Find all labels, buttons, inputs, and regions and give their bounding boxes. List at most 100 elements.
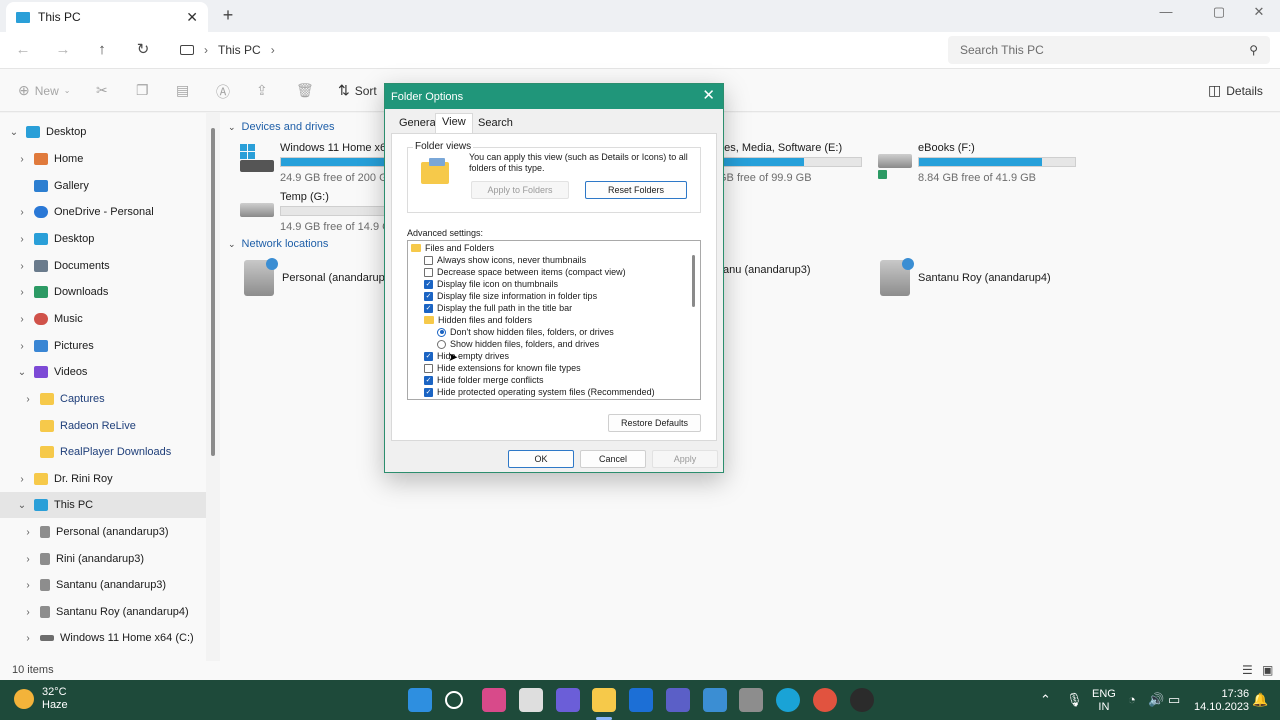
chevron-down-icon[interactable]: ⌄ xyxy=(16,367,28,378)
group-header-network[interactable]: ⌄ Network locations xyxy=(228,238,328,250)
checkbox-unchecked[interactable] xyxy=(424,255,433,265)
sidebar-item-rini[interactable]: › Rini (anandarup3) xyxy=(0,546,206,572)
checkbox-checked[interactable]: ✓ xyxy=(424,387,433,397)
breadcrumb-this-pc[interactable]: This PC xyxy=(218,43,261,57)
cut-button[interactable]: ✂ xyxy=(96,82,108,99)
rename-button[interactable]: Ⓐ xyxy=(216,82,230,102)
checkbox-checked[interactable]: ✓ xyxy=(424,279,433,289)
reset-folders-button[interactable]: Reset Folders xyxy=(585,181,687,199)
option-file-icon-thumbnails[interactable]: ✓ Display file icon on thumbnails xyxy=(424,278,700,290)
chevron-right-icon[interactable]: › xyxy=(22,527,34,538)
chevron-down-icon[interactable]: ⌄ xyxy=(16,500,28,511)
chevron-right-icon[interactable]: › xyxy=(16,234,28,245)
volume-icon[interactable]: 🔊 xyxy=(1148,692,1164,708)
tab-search[interactable]: Search xyxy=(472,115,519,132)
wifi-icon[interactable]: ◔ xyxy=(1128,692,1136,707)
tab-this-pc[interactable]: This PC ✕ xyxy=(6,2,208,32)
calculator-icon[interactable] xyxy=(739,688,763,712)
option-dont-show-hidden[interactable]: Don't show hidden files, folders, or dri… xyxy=(437,326,700,338)
sidebar-item-pictures[interactable]: › Pictures xyxy=(0,333,206,359)
network-location-santanu-roy[interactable]: Santanu Roy (anandarup4) xyxy=(880,258,1051,298)
chevron-right-icon[interactable]: › xyxy=(16,341,28,352)
checkbox-checked[interactable]: ✓ xyxy=(424,291,433,301)
restore-defaults-button[interactable]: Restore Defaults xyxy=(608,414,701,432)
chevron-right-icon[interactable]: › xyxy=(16,154,28,165)
notification-bell-icon[interactable]: 🔔 xyxy=(1252,692,1268,708)
start-icon[interactable] xyxy=(408,688,432,712)
option-always-show-icons[interactable]: Always show icons, never thumbnails xyxy=(424,254,700,266)
tab-close-icon[interactable]: ✕ xyxy=(186,9,198,26)
task-view-icon[interactable] xyxy=(519,688,543,712)
new-button[interactable]: ⊕ New ⌄ xyxy=(18,82,70,99)
tiles-view-icon[interactable]: ▣ xyxy=(1262,663,1273,677)
radio-unselected[interactable] xyxy=(437,339,446,349)
sort-button[interactable]: ⇅ Sort xyxy=(338,82,377,99)
delete-button[interactable]: 🗑 xyxy=(296,82,314,99)
battery-icon[interactable]: ▭ xyxy=(1168,692,1180,708)
sidebar-item-videos[interactable]: ⌄ Videos xyxy=(0,359,206,385)
copy-button[interactable]: ❐ xyxy=(136,82,149,99)
sidebar-item-drive-c[interactable]: › Windows 11 Home x64 (C:) xyxy=(0,625,206,651)
sidebar-item-gallery[interactable]: Gallery xyxy=(0,173,206,199)
teams-icon[interactable] xyxy=(556,688,580,712)
minimize-button[interactable]: — xyxy=(1151,4,1181,19)
navigation-scrollbar[interactable] xyxy=(211,128,215,456)
sidebar-item-desktop[interactable]: › Desktop xyxy=(0,226,206,252)
refresh-icon[interactable]: ↻ xyxy=(132,39,154,61)
sidebar-item-captures[interactable]: › Captures xyxy=(0,386,206,412)
checkbox-unchecked[interactable] xyxy=(424,267,433,277)
option-file-size-tips[interactable]: ✓ Display file size information in folde… xyxy=(424,290,700,302)
chevron-right-icon[interactable]: › xyxy=(16,287,28,298)
option-hide-protected-os-files[interactable]: ✓ Hide protected operating system files … xyxy=(424,386,700,398)
sidebar-item-music[interactable]: › Music xyxy=(0,306,206,332)
weather-widget[interactable]: 32°C Haze xyxy=(14,686,68,712)
sidebar-item-home[interactable]: › Home xyxy=(0,146,206,172)
ok-button[interactable]: OK xyxy=(508,450,574,468)
back-arrow-icon[interactable]: ← xyxy=(12,39,34,61)
option-show-hidden[interactable]: Show hidden files, folders, and drives xyxy=(437,338,700,350)
control-panel-icon[interactable] xyxy=(629,688,653,712)
sidebar-item-radeon-relive[interactable]: Radeon ReLive xyxy=(0,413,206,439)
breadcrumb[interactable]: › This PC › xyxy=(172,36,942,64)
dialog-title-bar[interactable]: Folder Options xyxy=(385,84,723,109)
sidebar-item-documents[interactable]: › Documents xyxy=(0,253,206,279)
chevron-right-icon[interactable]: › xyxy=(22,394,34,405)
sidebar-item-desktop-root[interactable]: ⌄ Desktop xyxy=(0,119,206,145)
mail-icon[interactable] xyxy=(703,688,727,712)
chrome-icon[interactable] xyxy=(813,688,837,712)
details-button[interactable]: ◫ Details xyxy=(1208,82,1263,99)
forward-arrow-icon[interactable]: → xyxy=(52,39,74,61)
network-location-santanu[interactable]: tanu (anandarup3) xyxy=(720,250,811,290)
cancel-button[interactable]: Cancel xyxy=(580,450,646,468)
option-hide-empty-drives[interactable]: ✓ Hide empty drives xyxy=(424,350,700,362)
group-header-devices[interactable]: ⌄ Devices and drives xyxy=(228,121,334,133)
chevron-up-icon[interactable]: ⌃ xyxy=(1040,692,1051,708)
sidebar-item-santanu-roy[interactable]: › Santanu Roy (anandarup4) xyxy=(0,599,206,625)
sidebar-item-this-pc[interactable]: ⌄ This PC xyxy=(0,492,206,518)
chevron-down-icon[interactable]: ⌄ xyxy=(8,127,20,138)
tab-view[interactable]: View xyxy=(435,113,473,134)
sidebar-item-downloads[interactable]: › Downloads xyxy=(0,279,206,305)
search-input[interactable]: Search This PC ⚲ xyxy=(948,36,1270,64)
new-tab-button[interactable]: + xyxy=(218,5,238,26)
apply-to-folders-button[interactable]: Apply to Folders xyxy=(471,181,569,199)
sidebar-item-dr-rini-roy[interactable]: › Dr. Rini Roy xyxy=(0,466,206,492)
details-view-icon[interactable]: ☰ xyxy=(1242,663,1253,677)
search-icon[interactable] xyxy=(445,691,463,709)
file-explorer-icon[interactable] xyxy=(592,688,616,712)
checkbox-checked[interactable]: ✓ xyxy=(424,351,433,361)
chevron-right-icon[interactable]: › xyxy=(22,633,34,644)
copilot-icon[interactable] xyxy=(482,688,506,712)
option-full-path-title[interactable]: ✓ Display the full path in the title bar xyxy=(424,302,700,314)
maximize-button[interactable]: ▢ xyxy=(1204,4,1234,20)
visual-studio-icon[interactable] xyxy=(666,688,690,712)
advanced-list-scrollbar[interactable] xyxy=(692,255,695,307)
advanced-settings-list[interactable]: Files and Folders Always show icons, nev… xyxy=(407,240,701,400)
sidebar-item-santanu[interactable]: › Santanu (anandarup3) xyxy=(0,572,206,598)
checkbox-checked[interactable]: ✓ xyxy=(424,303,433,313)
dialog-close-icon[interactable]: ✕ xyxy=(702,88,715,104)
radio-selected[interactable] xyxy=(437,327,446,337)
drive-f[interactable]: eBooks (F:) 8.84 GB free of 41.9 GB xyxy=(878,142,1078,184)
checkbox-checked[interactable]: ✓ xyxy=(424,375,433,385)
option-hide-merge-conflicts[interactable]: ✓ Hide folder merge conflicts xyxy=(424,374,700,386)
